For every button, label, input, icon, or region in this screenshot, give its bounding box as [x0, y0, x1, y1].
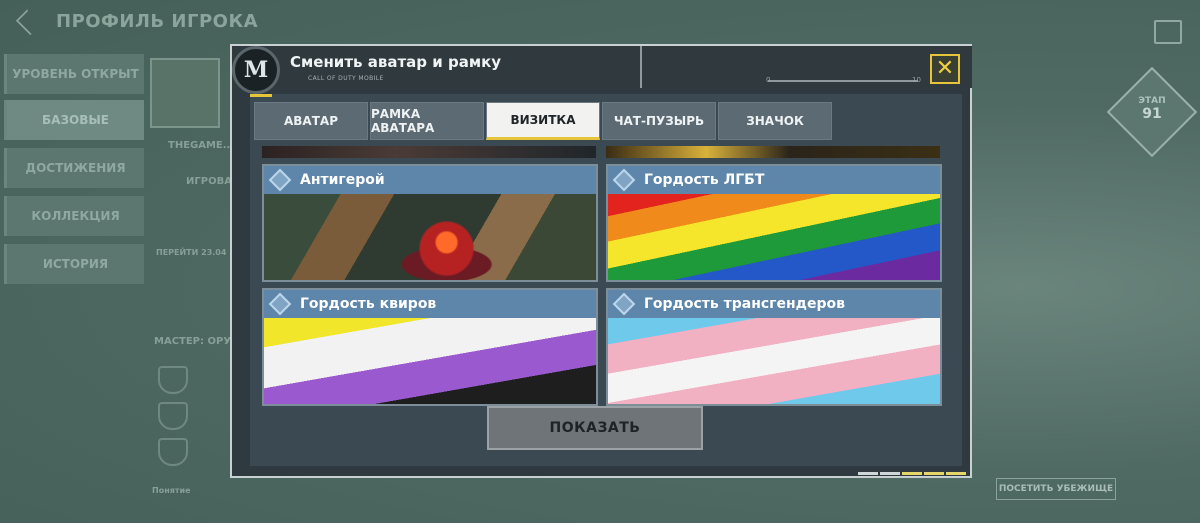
show-button[interactable]: ПОКАЗАТЬ	[487, 406, 703, 450]
emblem-icon	[158, 438, 188, 466]
modal-header: 0 10 M Сменить аватар и рамку CALL OF DU…	[232, 46, 972, 94]
diamond-icon	[268, 292, 292, 316]
header-scale-right: 10	[912, 76, 921, 84]
accent-mark	[250, 94, 272, 97]
side-menu-item-collection[interactable]: КОЛЛЕКЦИЯ	[4, 196, 144, 236]
close-button[interactable]: ✕	[930, 54, 960, 84]
side-menu-item-level[interactable]: УРОВЕНЬ ОТКРЫТ	[4, 54, 144, 94]
background-bottom-label: Понятие	[152, 486, 191, 495]
back-arrow-icon[interactable]	[15, 8, 43, 36]
card-label: Гордость квиров	[264, 290, 596, 318]
diamond-icon	[612, 168, 636, 192]
screen-icon[interactable]	[1154, 20, 1182, 44]
page-dot	[946, 472, 966, 475]
side-menu-item-history[interactable]: ИСТОРИЯ	[4, 244, 144, 284]
card-queer-pride[interactable]: Гордость квиров	[262, 288, 598, 406]
level-value: 91	[1142, 106, 1162, 122]
card-label: Гордость трансгендеров	[608, 290, 940, 318]
card-title: Гордость ЛГБТ	[644, 172, 765, 188]
card-title: Гордость квиров	[300, 296, 437, 312]
page-indicator	[858, 472, 966, 475]
card-title: Гордость трансгендеров	[644, 296, 845, 312]
cod-mobile-logo-icon: M	[232, 46, 280, 94]
background-page-title: ПРОФИЛЬ ИГРОКА	[56, 11, 259, 32]
header-scale-left: 0	[766, 76, 771, 84]
card-artwork	[264, 194, 596, 280]
page-dot	[924, 472, 944, 475]
side-menu-item-basic[interactable]: БАЗОВЫЕ	[4, 100, 144, 140]
page-dot	[880, 472, 900, 475]
change-avatar-modal: 0 10 M Сменить аватар и рамку CALL OF DU…	[230, 44, 972, 478]
close-icon: ✕	[935, 56, 955, 81]
page-dot	[902, 472, 922, 475]
card-label: Антигерой	[264, 166, 596, 194]
emblem-icon	[158, 366, 188, 394]
player-avatar	[150, 58, 220, 128]
card-trans-pride[interactable]: Гордость трансгендеров	[606, 288, 942, 406]
tab-badge[interactable]: ЗНАЧОК	[718, 102, 832, 140]
modal-subtitle: CALL OF DUTY MOBILE	[308, 75, 384, 82]
diamond-icon	[612, 292, 636, 316]
card-lgbt-pride[interactable]: Гордость ЛГБТ	[606, 164, 942, 282]
modal-title: Сменить аватар и рамку	[290, 53, 502, 71]
background-small-text: ПЕРЕЙТИ 23.04	[156, 248, 227, 257]
tab-avatar-frame[interactable]: РАМКА АВАТАРА	[370, 102, 484, 140]
card-partial[interactable]	[262, 146, 596, 158]
emblem-icon	[158, 402, 188, 430]
tab-business-card[interactable]: ВИЗИТКА	[486, 102, 600, 140]
card-artwork	[264, 318, 596, 404]
side-menu-item-achievements[interactable]: ДОСТИЖЕНИЯ	[4, 148, 144, 188]
diamond-icon	[268, 168, 292, 192]
card-partial[interactable]	[606, 146, 940, 158]
visit-button[interactable]: ПОСЕТИТЬ УБЕЖИЩЕ	[996, 478, 1116, 500]
tab-bar: АВАТАР РАМКА АВАТАРА ВИЗИТКА ЧАТ-ПУЗЫРЬ …	[254, 102, 832, 140]
player-name: THEGAME...	[168, 140, 235, 151]
card-artwork	[608, 194, 940, 280]
card-title: Антигерой	[300, 172, 385, 188]
tab-avatar[interactable]: АВАТАР	[254, 102, 368, 140]
background-top-bar: ПРОФИЛЬ ИГРОКА	[0, 0, 1200, 44]
page-dot	[858, 472, 878, 475]
card-artwork	[608, 318, 940, 404]
card-label: Гордость ЛГБТ	[608, 166, 940, 194]
tab-chat-bubble[interactable]: ЧАТ-ПУЗЫРЬ	[602, 102, 716, 140]
header-progress-line	[768, 80, 918, 82]
level-label: ЭТАП	[1138, 96, 1166, 106]
card-antihero[interactable]: Антигерой	[262, 164, 598, 282]
